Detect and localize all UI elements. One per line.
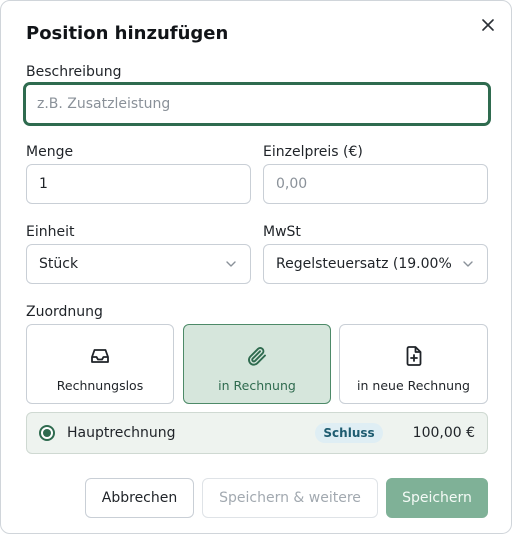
invoice-name: Hauptrechnung: [67, 425, 176, 441]
paperclip-icon: [248, 347, 266, 366]
radio-dot: [43, 429, 51, 437]
close-button[interactable]: [477, 14, 499, 36]
dialog-title: Position hinzufügen: [26, 23, 229, 44]
save-and-more-button[interactable]: Speichern & weitere: [202, 478, 378, 518]
unit-price-label: Einzelpreis (€): [263, 144, 363, 160]
unit-select-value: Stück: [39, 256, 79, 272]
description-label: Beschreibung: [26, 64, 122, 80]
quantity-input[interactable]: [26, 164, 251, 204]
assignment-option-label: in neue Rechnung: [357, 378, 470, 393]
unit-price-input[interactable]: [263, 164, 488, 204]
assignment-option-in-neue-rechnung[interactable]: in neue Rechnung: [339, 324, 488, 404]
invoice-radio[interactable]: [39, 425, 55, 441]
assignment-option-in-rechnung[interactable]: in Rechnung: [183, 324, 331, 404]
save-button[interactable]: Speichern: [386, 478, 488, 518]
description-input[interactable]: [24, 83, 490, 125]
assignment-label: Zuordnung: [26, 304, 103, 320]
vat-label: MwSt: [263, 224, 301, 240]
cancel-button[interactable]: Abbrechen: [85, 478, 194, 518]
assignment-option-rechnungslos[interactable]: Rechnungslos: [26, 324, 174, 404]
assignment-option-label: Rechnungslos: [56, 378, 144, 393]
invoice-amount: 100,00 €: [412, 425, 475, 441]
quantity-label: Menge: [26, 144, 74, 160]
vat-select-value: Regelsteuersatz (19.00%: [276, 256, 452, 272]
chevron-down-icon: [463, 261, 473, 267]
close-icon: [482, 19, 494, 31]
vat-select[interactable]: Regelsteuersatz (19.00%: [263, 244, 488, 284]
assignment-option-label: in Rechnung: [218, 378, 296, 393]
unit-select[interactable]: Stück: [26, 244, 251, 284]
unit-label: Einheit: [26, 224, 75, 240]
inbox-icon: [91, 349, 109, 363]
add-position-dialog: Position hinzufügen Beschreibung Menge E…: [0, 0, 512, 534]
status-badge: Schluss: [315, 423, 383, 443]
chevron-down-icon: [226, 261, 236, 267]
file-plus-icon: [406, 346, 421, 366]
invoice-option-row[interactable]: Hauptrechnung Schluss 100,00 €: [26, 412, 488, 454]
